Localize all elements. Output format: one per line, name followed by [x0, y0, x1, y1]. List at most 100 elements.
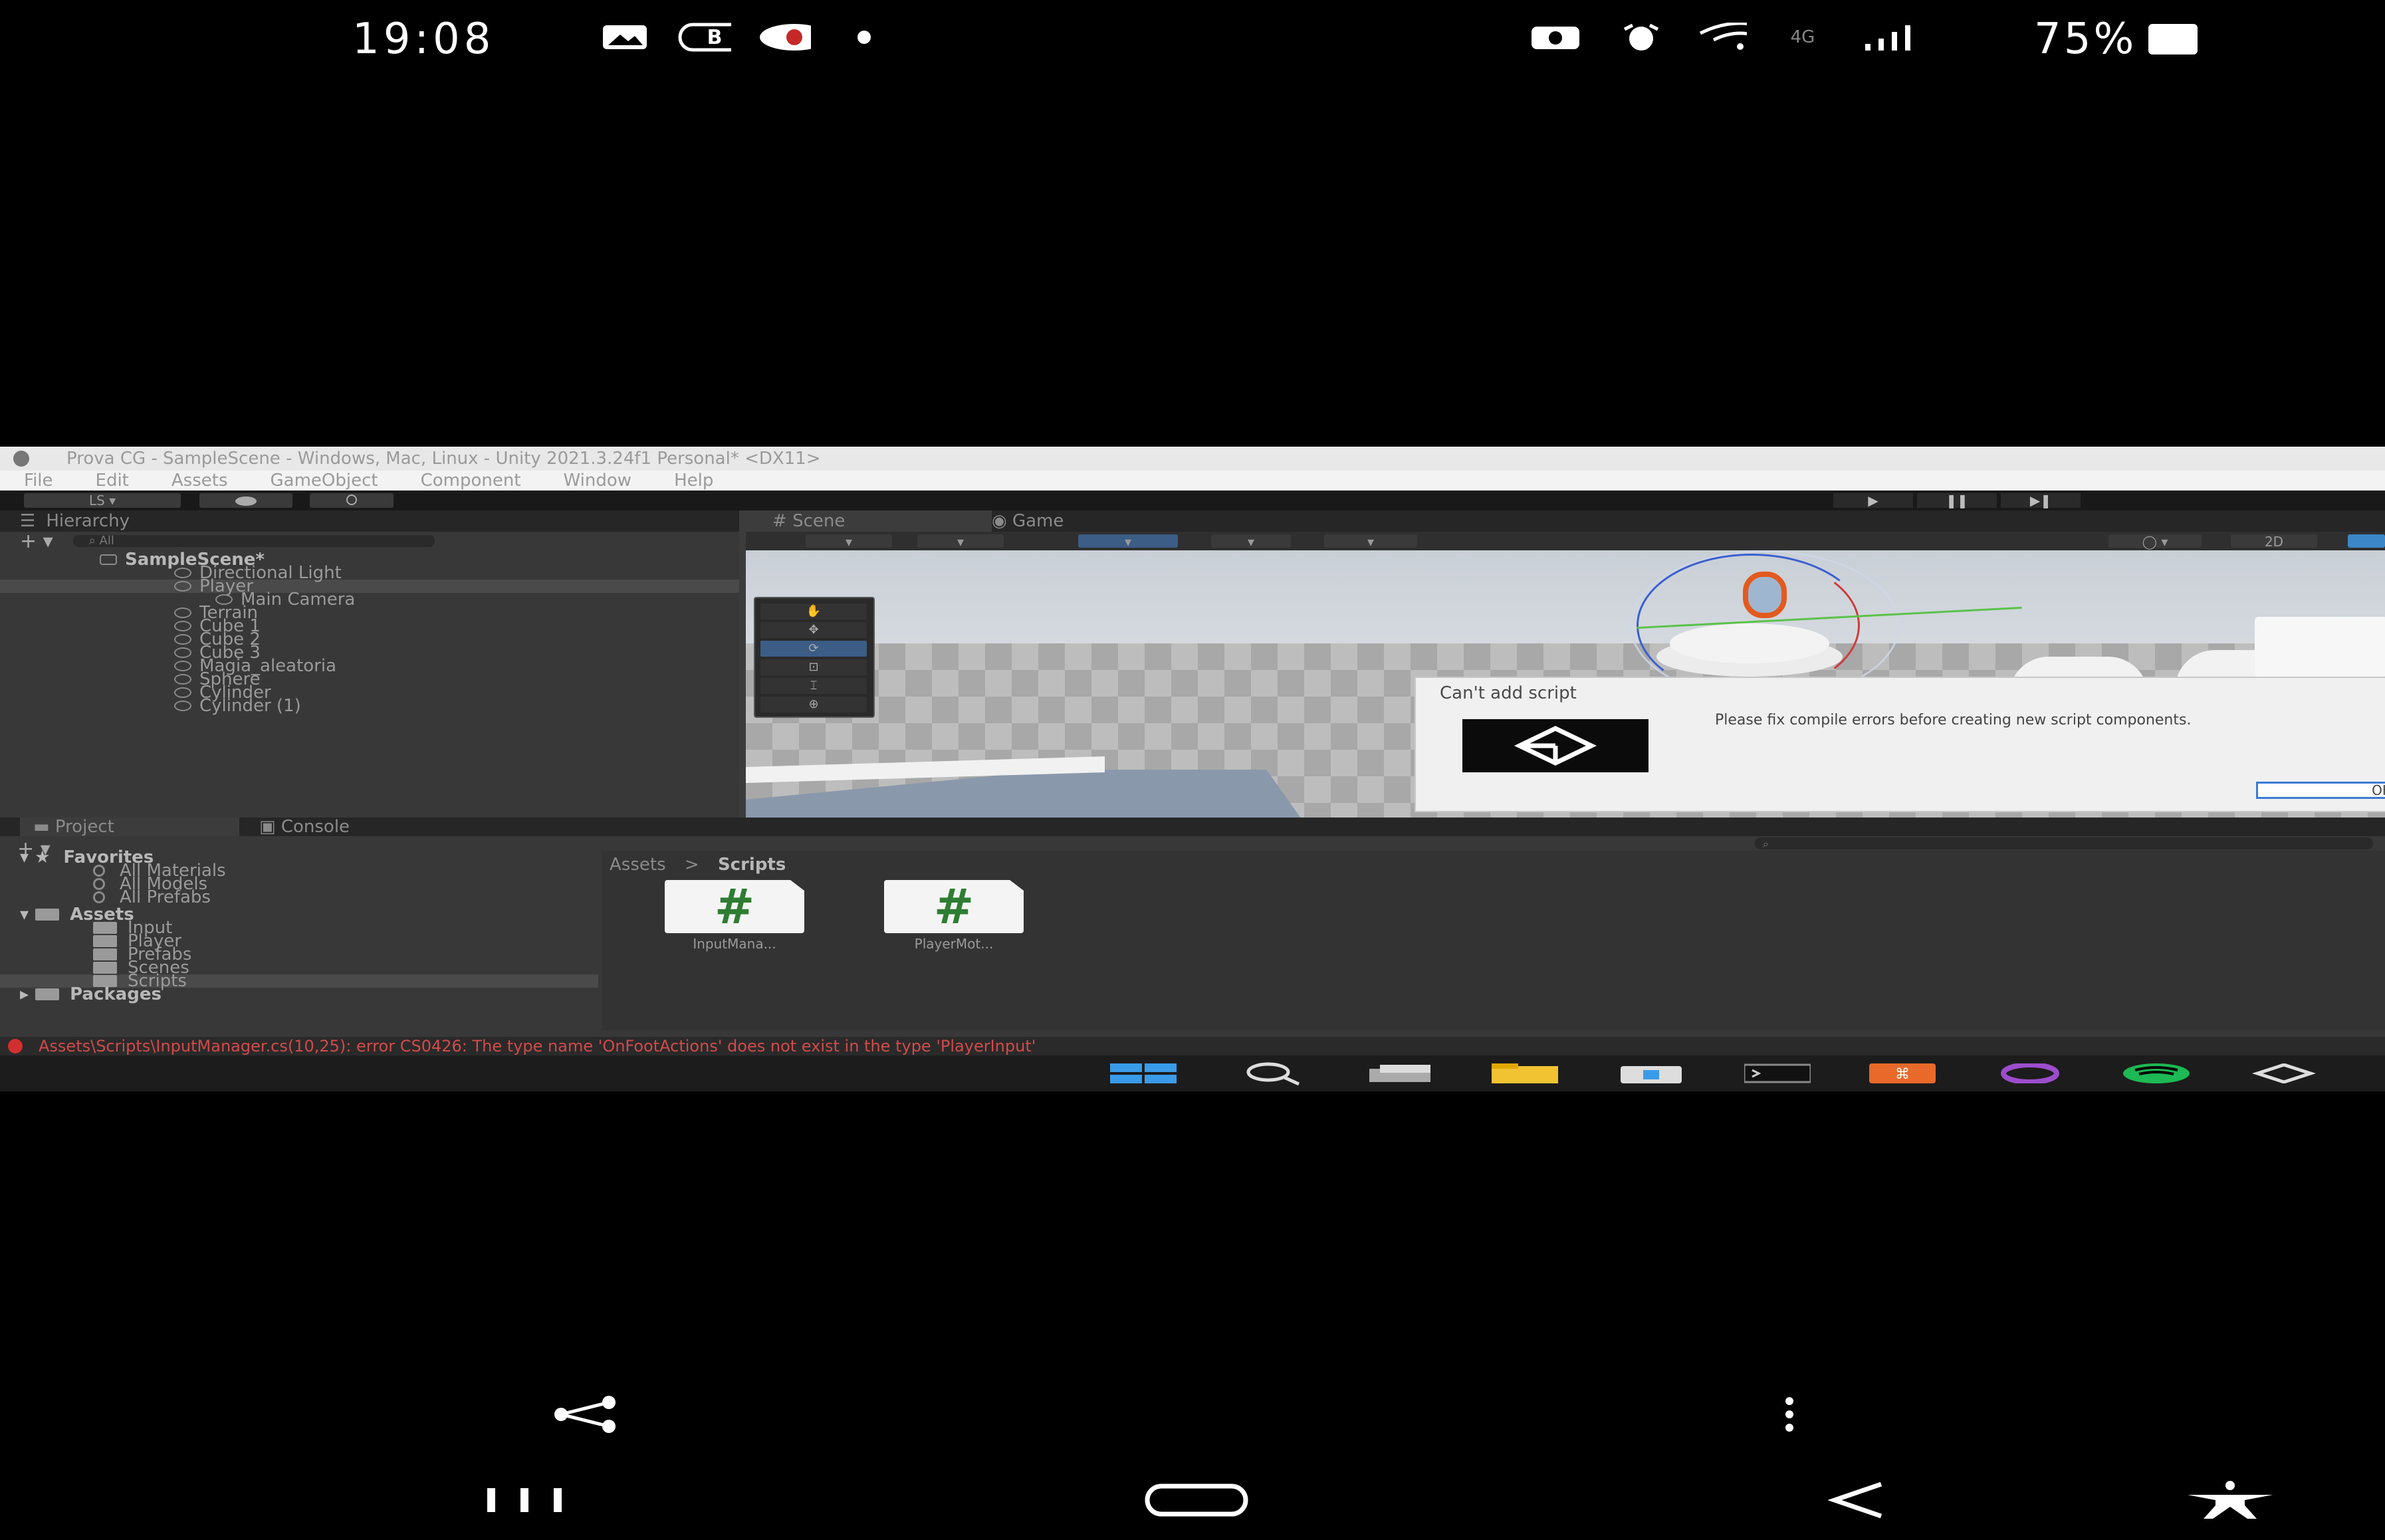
assets-header[interactable]: ▾ Assets [0, 906, 598, 923]
file-explorer-icon[interactable] [1492, 1061, 1558, 1086]
hierarchy-tab[interactable]: ☰ Hierarchy [0, 510, 739, 532]
asset-label: PlayerMot... [914, 936, 994, 952]
cloud-icon [235, 496, 257, 506]
add-object-button[interactable]: + ▾ [20, 530, 53, 553]
gizmo-dropdown[interactable]: ▾ [917, 534, 1004, 549]
windows-start-icon[interactable] [1110, 1061, 1177, 1086]
breadcrumb-scripts[interactable]: Scripts [718, 855, 786, 875]
favorites-header[interactable]: ▾ ★ Favorites [0, 847, 598, 867]
tree-item-terrain[interactable]: Terrain [0, 604, 739, 621]
tab-project-label: Project [55, 817, 114, 837]
hand-tool-button[interactable]: ✋ [760, 604, 867, 619]
scale-tool-button[interactable]: ⊡ [760, 659, 867, 675]
tree-item-player[interactable]: Player [0, 578, 739, 595]
tab-console[interactable]: ▣ Console [259, 818, 459, 836]
tab-project[interactable]: ▬ Project [20, 818, 239, 836]
search-icon[interactable] [1239, 1061, 1306, 1086]
hierarchy-search-input[interactable]: ⌕ All [72, 535, 435, 547]
console-icon: ▣ [259, 817, 281, 837]
breadcrumb-assets[interactable]: Assets [610, 855, 666, 875]
account-label: LS [88, 493, 105, 508]
gameobject-icon [174, 687, 191, 698]
console-error-bar[interactable]: Assets\Scripts\InputManager.cs(10,25): e… [0, 1037, 2385, 1055]
app-purple-icon[interactable] [1997, 1061, 2063, 1086]
cant-add-script-dialog: Can't add script Please fix compile erro… [1415, 677, 2385, 812]
favorite-all-prefabs[interactable]: All Prefabs [0, 889, 598, 906]
lighting-toggle[interactable] [2348, 534, 2385, 548]
step-button[interactable]: ▶❚ [2001, 493, 2081, 508]
2d-toggle[interactable]: 2D [2231, 534, 2317, 549]
project-search-input[interactable]: ⌕ [1755, 837, 2373, 850]
asset-inputmanager[interactable]: # InputMana... [661, 880, 808, 952]
app-orange-icon[interactable]: ⌘ [1869, 1061, 1936, 1086]
menu-help[interactable]: Help [674, 471, 713, 491]
battery-percent: 75% [2034, 15, 2137, 64]
play-button[interactable]: ▶ [1833, 493, 1913, 508]
spotify-icon[interactable] [2123, 1061, 2190, 1086]
share-icon[interactable] [552, 1394, 618, 1434]
draw-mode-dropdown[interactable]: ▾ [806, 534, 892, 549]
scene-root[interactable]: SampleScene* [0, 551, 739, 568]
tree-item-cube-3[interactable]: Cube 3 [0, 644, 739, 661]
tree-item-cylinder[interactable]: Cylinder [0, 684, 739, 701]
tree-item-main-camera[interactable]: Main Camera [0, 591, 739, 608]
tab-game[interactable]: ◉ Game [965, 510, 1191, 532]
account-dropdown[interactable]: LS ▾ [24, 493, 181, 508]
tree-item-directional-light[interactable]: Directional Light [0, 564, 739, 582]
dialog-ok-button[interactable]: OK [2256, 782, 2385, 799]
dialog-message: Please fix compile errors before creatin… [1715, 712, 2192, 728]
rotate-tool-button[interactable]: ⟳ [760, 641, 867, 657]
packages-header[interactable]: ▸ Packages [0, 986, 598, 1003]
unity-icon[interactable] [2251, 1061, 2317, 1086]
menu-gameobject[interactable]: GameObject [271, 471, 378, 491]
tab-scene[interactable]: # Scene [746, 510, 992, 532]
folder-scenes[interactable]: Scenes [0, 959, 598, 976]
folder-prefabs[interactable]: Prefabs [0, 946, 598, 963]
tree-item-cube-1[interactable]: Cube 1 [0, 617, 739, 635]
move-tool-button[interactable]: ✥ [760, 622, 867, 638]
accessibility-icon[interactable] [2180, 1477, 2280, 1523]
terminal-icon[interactable] [1744, 1061, 1811, 1086]
star-icon: ▾ ★ [20, 847, 51, 867]
tree-item-magia-aleatoria[interactable]: Magia_aleatoria [0, 657, 739, 675]
menu-window[interactable]: Window [564, 471, 632, 491]
transform-tool-button[interactable]: ⊕ [760, 697, 867, 713]
tree-item-cube-2[interactable]: Cube 2 [0, 631, 739, 648]
menu-component[interactable]: Component [421, 471, 521, 491]
menu-assets[interactable]: Assets [171, 471, 228, 491]
folder-player[interactable]: Player [0, 933, 598, 950]
collab-button[interactable] [310, 493, 394, 508]
gameobject-icon [174, 661, 191, 671]
cloud-button[interactable] [199, 493, 292, 508]
home-icon[interactable] [1130, 1477, 1263, 1523]
shading-dropdown[interactable]: ◯ ▾ [2108, 534, 2202, 549]
rect-tool-button[interactable]: ⌶ [760, 678, 867, 694]
gameobject-icon [174, 568, 191, 578]
increment-snap-dropdown[interactable]: ▾ [1324, 534, 1417, 549]
signal-icon [1859, 20, 1912, 55]
pause-button[interactable]: ❚❚ [1917, 493, 1997, 508]
project-file-browser: Assets > Scripts # InputMana... # Player… [602, 851, 2385, 1030]
tree-item-cylinder-1[interactable]: Cylinder (1) [0, 697, 739, 715]
scene-icon [100, 554, 117, 565]
store-icon[interactable] [1618, 1061, 1684, 1086]
snap-toggle[interactable]: ▾ [1078, 534, 1178, 549]
favorite-all-models[interactable]: All Models [0, 875, 598, 893]
menu-bar: File Edit Assets GameObject Component Wi… [0, 471, 2385, 491]
more-vertical-icon[interactable] [1776, 1394, 1803, 1434]
menu-file[interactable]: File [24, 471, 53, 491]
tree-item-sphere[interactable]: Sphere [0, 671, 739, 688]
dot-icon [838, 20, 891, 55]
recents-icon[interactable] [465, 1477, 585, 1523]
hierarchy-tab-label: Hierarchy [46, 511, 130, 531]
task-view-icon[interactable] [1367, 1061, 1433, 1086]
asset-playermotor[interactable]: # PlayerMot... [881, 880, 1027, 952]
grid-dropdown[interactable]: ▾ [1211, 534, 1291, 549]
back-icon[interactable] [1821, 1477, 1894, 1523]
window-title: Prova CG - SampleScene - Windows, Mac, L… [66, 449, 821, 469]
hierarchy-panel: ☰ Hierarchy + ▾ ⌕ All SampleScene* Direct… [0, 510, 739, 869]
menu-edit[interactable]: Edit [96, 471, 129, 491]
scene-toolbar: ▾ ▾ ▾ ▾ ▾ ◯ ▾ 2D [746, 532, 2385, 550]
gameobject-icon [174, 634, 191, 645]
breadcrumb-separator: > [684, 855, 699, 875]
